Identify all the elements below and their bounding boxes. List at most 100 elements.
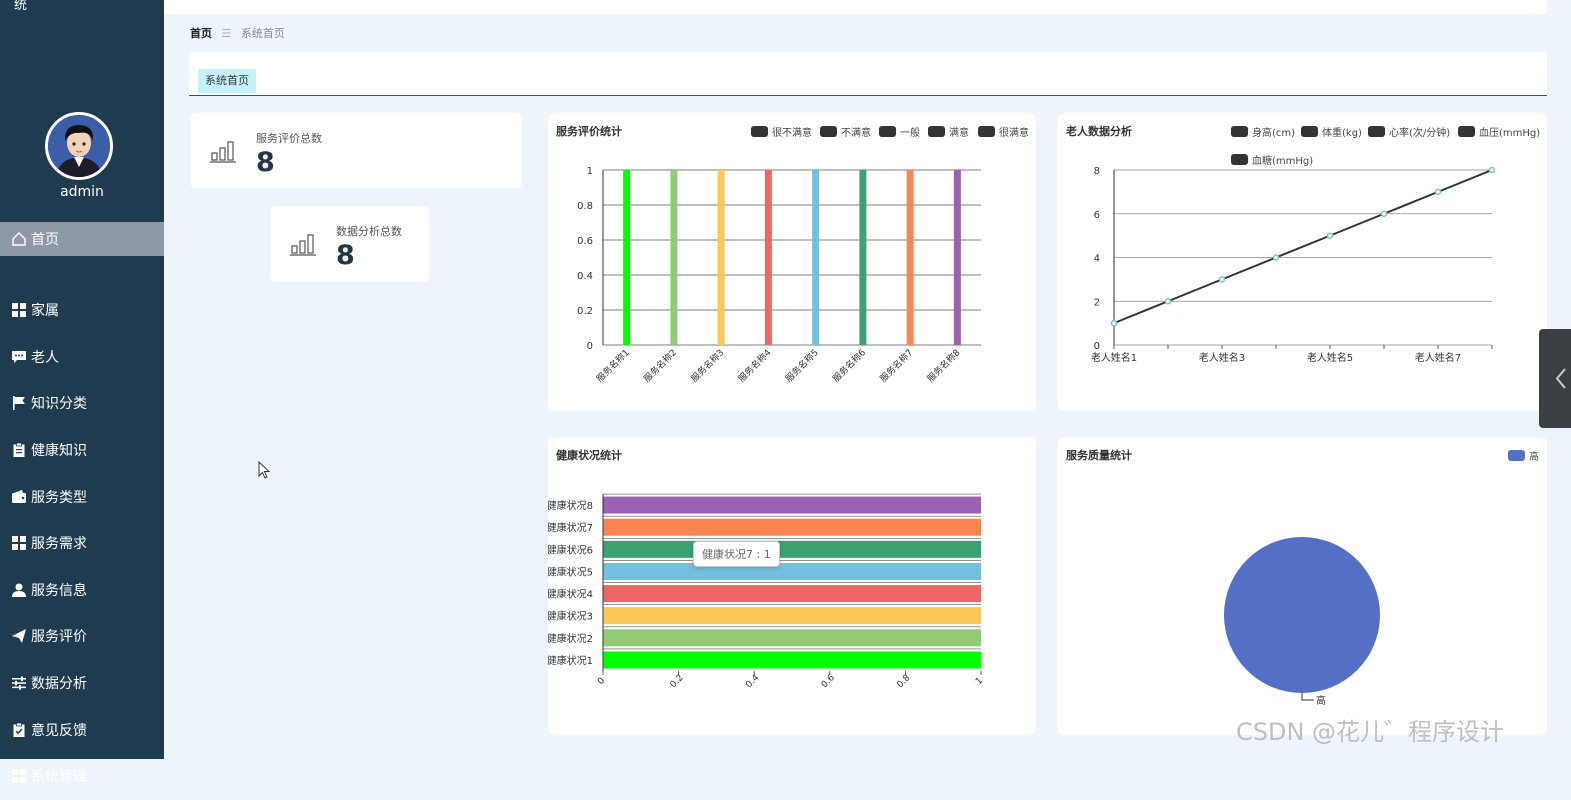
sidebar-item-1[interactable]: 家属 (0, 287, 164, 334)
sidebar-item-5[interactable]: 服务类型 (0, 473, 164, 520)
user-icon (11, 582, 27, 598)
x-tick-label: 服务名称2 (641, 347, 679, 385)
grid-icon (11, 768, 27, 784)
bar (764, 170, 772, 345)
x-tick-label: 服务名称6 (830, 346, 868, 384)
clipboard-icon (11, 442, 27, 458)
sidebar-item-label: 知识分类 (31, 396, 87, 413)
stat-value: 8 (336, 240, 355, 271)
y-tick-label: 1 (587, 166, 593, 177)
sidebar-item-10[interactable]: 意见反馈 (0, 706, 164, 753)
x-tick-label: 老人姓名5 (1307, 351, 1353, 364)
chat-icon (11, 349, 27, 365)
data-point (1380, 210, 1388, 217)
sidebar-item-label: 意见反馈 (31, 722, 87, 739)
x-tick-label: 0 (596, 676, 607, 687)
x-tick-label: 服务名称3 (688, 347, 726, 385)
bar-chart-service-reviews: 00.20.40.60.81服务名称1 服务名称2 服务名称3 服务名称4 服务名称5 服… (577, 166, 981, 385)
x-tick-label: 1 (974, 676, 985, 687)
line-chart-elder-data: 0 2 4 6 8 老人姓名1 老人姓名3 老人姓名5 老人姓名7 (1091, 166, 1496, 364)
sidebar-item-0[interactable]: 首页 (0, 222, 164, 256)
bar (603, 585, 981, 603)
stat-label: 数据分析总数 (336, 225, 402, 238)
stat-card-data-analysis: 数据分析总数 8 (270, 206, 429, 282)
mouse-cursor-icon (258, 461, 271, 479)
bar (623, 170, 631, 345)
avatar[interactable] (45, 112, 113, 180)
y-tick-label: 健康状况8 (548, 499, 593, 512)
tab-system-home[interactable]: 系统首页 (198, 69, 256, 93)
bar (603, 496, 981, 514)
wallet-icon (11, 489, 27, 505)
sidebar-item-2[interactable]: 老人 (0, 334, 164, 381)
sliders-icon (11, 675, 27, 691)
x-tick-label: 0.2 (669, 673, 686, 690)
data-point (1326, 232, 1334, 239)
y-tick-label: 0 (1094, 341, 1100, 352)
bar (603, 651, 981, 669)
sidebar-item-9[interactable]: 数据分析 (0, 660, 164, 707)
y-tick-label: 8 (1094, 166, 1100, 177)
bar (906, 170, 914, 345)
sidebar-item-label: 数据分析 (31, 676, 87, 693)
x-tick-label: 老人姓名1 (1091, 351, 1137, 364)
system-title: 统 (14, 0, 28, 13)
sidebar-item-label: 服务评价 (31, 629, 87, 646)
sidebar-item-3[interactable]: 知识分类 (0, 380, 164, 427)
sidebar-item-label: 老人 (31, 349, 59, 366)
chevron-left-icon (1555, 368, 1566, 389)
sidebar-item-4[interactable]: 健康知识 (0, 427, 164, 474)
y-tick-label: 健康状况5 (548, 565, 593, 578)
y-tick-label: 健康状况3 (548, 610, 593, 623)
watermark: CSDN @花儿゛程序设计 (1236, 718, 1505, 746)
sidebar-item-11[interactable]: 系统管理 (0, 753, 164, 800)
y-tick-label: 健康状况1 (548, 654, 593, 667)
y-tick-label: 0.2 (577, 306, 593, 317)
side-panel-toggle[interactable] (1539, 329, 1571, 428)
data-point (1164, 298, 1172, 305)
y-tick-label: 健康状况2 (548, 632, 593, 645)
sidebar-item-label: 系统管理 (31, 769, 87, 786)
bar (859, 170, 867, 345)
breadcrumb-home[interactable]: 首页 (190, 27, 212, 40)
sidebar-item-label: 服务类型 (31, 489, 87, 506)
y-tick-label: 健康状况4 (548, 588, 593, 601)
bar (717, 170, 725, 345)
sidebar-item-label: 首页 (31, 232, 59, 248)
bar (603, 518, 981, 536)
sidebar-menu: 首页家属老人知识分类健康知识服务类型服务需求 服务信息服务评价数据分析意见反馈系统… (0, 222, 164, 800)
breadcrumb-separator-icon: ☰ (221, 27, 232, 40)
y-tick-label: 健康状况6 (548, 543, 593, 556)
bar (670, 170, 678, 345)
chart-panel-service-reviews: 服务评价统计 很不满意 不满意 一般 满意 很满意 0 0.2 0.4 0.6 0.8 1 服务名称… (548, 113, 1036, 411)
send-icon (11, 628, 27, 644)
bar-chart-icon (290, 234, 316, 256)
bar (603, 562, 981, 580)
slice-label-line (1301, 693, 1314, 701)
avatar-image (48, 115, 110, 177)
pie-slice (1224, 537, 1380, 693)
sidebar-item-7[interactable]: 服务信息 (0, 567, 164, 614)
y-tick-label: 0.4 (577, 271, 593, 282)
data-point (1488, 166, 1496, 174)
sidebar-item-6[interactable]: 服务需求 (0, 520, 164, 567)
top-bar (164, 0, 1547, 14)
x-tick-label: 服务名称5 (783, 347, 821, 385)
hbar-chart-health-status: 健康状况1 健康状况2 健康状况3 健康状况4 健康状况5 健康状况6 健康状况7 健康状况8… (548, 493, 985, 690)
bar (603, 629, 981, 647)
bar (603, 540, 981, 558)
data-point (1110, 319, 1118, 327)
sidebar-item-label: 健康知识 (31, 443, 87, 460)
bar (603, 607, 981, 625)
y-tick-label: 2 (1094, 297, 1100, 308)
chart-tooltip: 健康状况7 : 1 (693, 541, 780, 567)
y-tick-label: 4 (1094, 254, 1100, 265)
sidebar-item-8[interactable]: 服务评价 (0, 613, 164, 660)
sidebar: 统 admin 首页 家属 老人 知识分类 健康知识 服务类型 服务需求 服务信息 服务评价 数据… (0, 0, 164, 785)
chart-panel-service-quality: 服务质量统计 高 高 (1058, 437, 1547, 735)
bar (953, 170, 961, 345)
x-tick-label: 0.4 (744, 673, 761, 690)
bar (812, 170, 820, 345)
chart-panel-health-status: 健康状况统计 健康状况1 健康状况2 健康状况3 健康状况4 健康状况5 健康状况6 健康状… (548, 437, 1036, 735)
x-tick-label: 0.8 (895, 673, 912, 690)
